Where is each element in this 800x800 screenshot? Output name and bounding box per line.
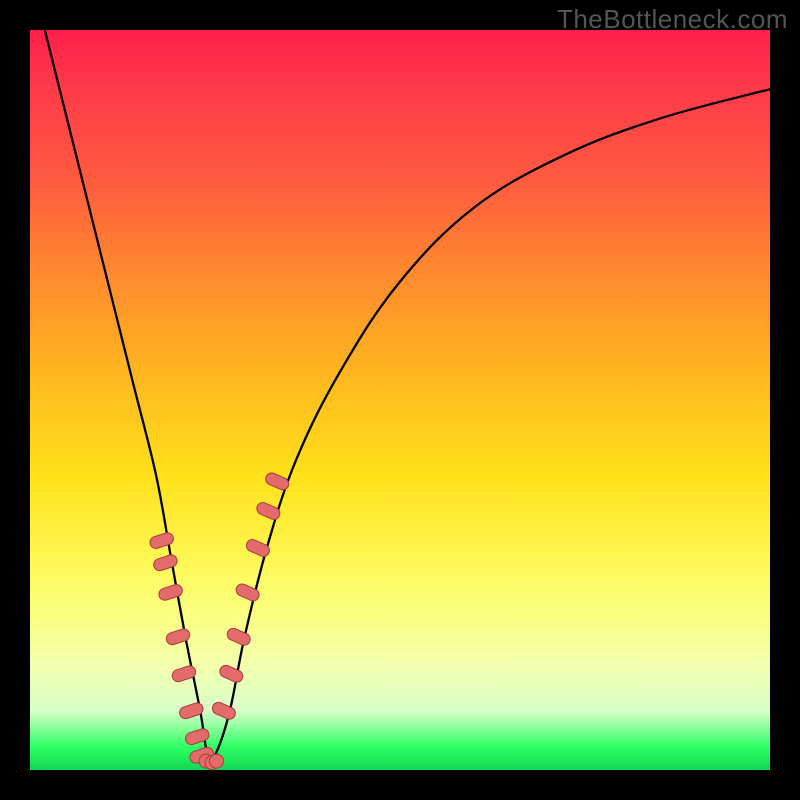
- data-marker: [152, 553, 179, 572]
- data-marker: [210, 754, 224, 768]
- bottleneck-curve: [45, 30, 770, 761]
- data-marker: [157, 583, 184, 602]
- curve-paths: [45, 30, 770, 761]
- data-marker: [218, 663, 245, 684]
- chart-frame: TheBottleneck.com: [0, 0, 800, 800]
- curve-layer: [30, 30, 770, 770]
- data-marker: [184, 727, 211, 746]
- data-marker: [255, 501, 282, 522]
- data-marker: [225, 626, 252, 647]
- marker-layer: [148, 471, 290, 770]
- data-marker: [264, 471, 291, 492]
- watermark-label: TheBottleneck.com: [557, 4, 788, 35]
- data-marker: [210, 700, 237, 721]
- plot-area: [30, 30, 770, 770]
- data-marker: [148, 531, 175, 550]
- data-marker: [244, 538, 271, 559]
